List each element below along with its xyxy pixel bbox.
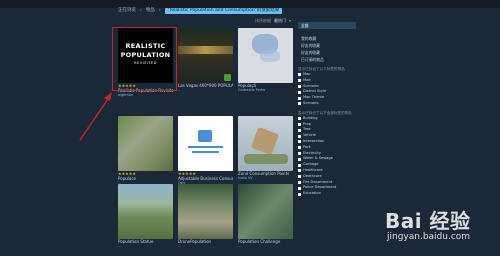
filter-sidebar: 全部 我的收藏 好友的收藏 好友的收藏 已订阅的物品 显示已标记了以下标签的物品… [298, 22, 356, 197]
sidebar-link-all[interactable]: 全部 [298, 22, 356, 29]
sidebar-link-friends-items[interactable]: 好友的收藏 [298, 49, 356, 56]
sidebar-link-friends-favorites[interactable]: 好友的收藏 [298, 42, 356, 49]
tag-checkbox[interactable]: Scenario [298, 101, 356, 107]
watermark-logo-text: Bai 经验 [385, 209, 471, 233]
tag-checkbox[interactable]: Education [298, 191, 356, 197]
baidu-watermark: Bai 经验 jingyan.baidu.com [385, 205, 471, 242]
sidebar-link-subscribed[interactable]: 已订阅的物品 [298, 56, 356, 63]
watermark-url: jingyan.baidu.com [387, 232, 471, 242]
sidebar-link-favorites[interactable]: 我的收藏 [298, 35, 356, 42]
